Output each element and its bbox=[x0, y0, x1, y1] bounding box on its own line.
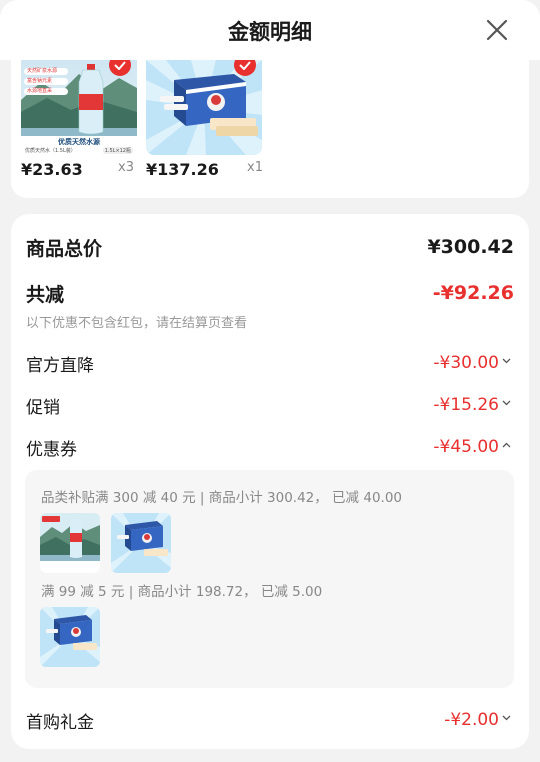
product-label-line: 富含钠元素 bbox=[24, 78, 68, 85]
row-value: -¥2.00 bbox=[444, 710, 499, 730]
product-qty: x3 bbox=[118, 160, 134, 175]
row-label: 官方直降 bbox=[26, 356, 94, 376]
product-list-card: 天然矿泉水源 富含钠元素 水源地直采 优质天然水源 优质天然水（1.5L装） 1… bbox=[11, 60, 529, 198]
coupon-detail-panel: 品类补贴满 300 减 40 元 | 商品小计 300.42， 已减 40.00 bbox=[25, 470, 514, 688]
product-label-line: 天然矿泉水源 bbox=[24, 68, 68, 75]
chevron-down-icon bbox=[502, 400, 511, 406]
product-label-line: 水源地直采 bbox=[24, 88, 68, 95]
discount-value: -¥92.26 bbox=[432, 282, 514, 304]
chevron-down-icon bbox=[502, 715, 511, 721]
product-sub-caption: 优质天然水（1.5L装） bbox=[25, 148, 76, 154]
discount-label: 共减 bbox=[26, 284, 65, 306]
discount-note: 以下优惠不包含红包，请在结算页查看 bbox=[26, 316, 248, 331]
chevron-up-icon bbox=[502, 442, 511, 448]
close-icon[interactable] bbox=[484, 17, 510, 43]
chevron-down-icon bbox=[502, 358, 511, 364]
product-image-box[interactable] bbox=[146, 60, 262, 155]
row-value: -¥15.26 bbox=[433, 395, 499, 415]
product-banner: 优质天然水源 bbox=[58, 138, 100, 146]
product-qty: x1 bbox=[247, 160, 263, 175]
product-price: ¥137.26 bbox=[146, 160, 219, 179]
modal-header: 金额明细 bbox=[0, 0, 540, 60]
row-label: 首购礼金 bbox=[26, 713, 94, 733]
row-value: -¥30.00 bbox=[433, 353, 499, 373]
total-label: 商品总价 bbox=[26, 238, 103, 260]
row-value-wrap: -¥45.00 bbox=[433, 437, 511, 457]
row-value-wrap: -¥15.26 bbox=[433, 395, 511, 415]
coupon-detail-text: 满 99 减 5 元 | 商品小计 198.72， 已减 5.00 bbox=[41, 584, 323, 600]
page-title: 金额明细 bbox=[228, 20, 312, 44]
row-value-wrap: -¥2.00 bbox=[444, 710, 511, 730]
coupon-product-thumb-water bbox=[40, 513, 100, 573]
row-value-wrap: -¥30.00 bbox=[433, 353, 511, 373]
coupon-product-thumb-box bbox=[111, 513, 171, 573]
product-image-water[interactable]: 天然矿泉水源 富含钠元素 水源地直采 优质天然水源 优质天然水（1.5L装） 1… bbox=[21, 60, 137, 155]
product-price: ¥23.63 bbox=[21, 160, 83, 179]
row-value: -¥45.00 bbox=[433, 437, 499, 457]
coupon-detail-text: 品类补贴满 300 减 40 元 | 商品小计 300.42， 已减 40.00 bbox=[41, 490, 402, 506]
row-label: 促销 bbox=[26, 398, 60, 418]
price-summary-card: 商品总价 ¥300.42 共减 -¥92.26 以下优惠不包含红包，请在结算页查… bbox=[11, 214, 529, 749]
total-value: ¥300.42 bbox=[427, 236, 514, 258]
row-label: 优惠券 bbox=[26, 440, 77, 460]
product-tag: 1.5L×12瓶 bbox=[102, 147, 133, 154]
coupon-product-thumb-box bbox=[40, 607, 100, 667]
